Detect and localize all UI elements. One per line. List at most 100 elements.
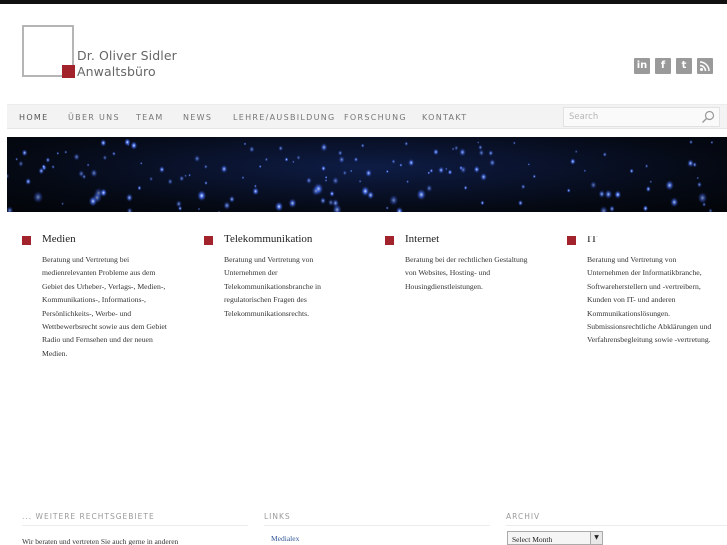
text-line: Housingdienstleistungen.: [405, 281, 483, 291]
light-dot: [353, 156, 359, 163]
light-dot: [73, 153, 80, 161]
light-dot: [64, 150, 68, 154]
light-dot: [320, 197, 326, 205]
light-dot: [433, 148, 439, 156]
light-dot: [399, 163, 403, 167]
text-line: Medien.: [42, 348, 68, 358]
text-line: Radio und Fernsehen und der neuen: [42, 335, 153, 345]
light-dot: [159, 166, 165, 173]
nav-lehre-ausbildung[interactable]: LEHRE/AUSBILDUNG: [233, 105, 336, 130]
light-dot: [296, 155, 301, 161]
light-dot: [194, 154, 201, 163]
light-dot: [167, 178, 173, 185]
light-dot: [473, 165, 480, 174]
service-title: Medien: [42, 233, 76, 245]
nav-news[interactable]: NEWS: [183, 105, 212, 130]
light-dot: [197, 207, 201, 211]
text-line: Telekommunikationsbranche in: [224, 281, 322, 291]
text-line: Beratung und Vertretung von: [224, 255, 314, 264]
widget-title-links: LINKS: [264, 512, 291, 521]
text-line: Submissionsrechtliche Abklärungen und: [587, 322, 712, 332]
light-dot: [404, 141, 409, 147]
nav-team[interactable]: TEAM: [136, 105, 164, 130]
light-dot: [32, 190, 44, 204]
link-medialex[interactable]: Medialex: [271, 534, 299, 543]
light-dot: [365, 169, 372, 178]
site-logo[interactable]: Dr. Oliver Sidler Anwaltsbüro: [22, 25, 182, 81]
text-line: Softwareherstellern und -vertreibern,: [587, 281, 701, 291]
nav-forschung[interactable]: FORSCHUNG: [344, 105, 407, 130]
service-title: Telekommunikation: [224, 233, 313, 245]
archive-select[interactable]: Select Month ▼: [507, 531, 603, 545]
light-dot: [697, 192, 708, 204]
text-line: Gebiet des Urheber-, Verlags-, Medien-,: [42, 281, 166, 291]
light-dot: [217, 210, 221, 212]
nav-kontakt[interactable]: KONTAKT: [422, 105, 467, 130]
service-text: Beratung und Vertretung von Unternehmen …: [224, 253, 384, 320]
light-dot: [454, 145, 459, 151]
light-dot: [665, 180, 674, 191]
light-dot: [480, 200, 485, 206]
service-text: Beratung und Vertretung von Unternehmen …: [587, 253, 727, 347]
hero-banner: [7, 137, 727, 212]
light-dot: [292, 160, 295, 164]
text-line: Verfahrensbegleitung sowie -vertretung.: [587, 335, 711, 345]
nav-ueber-uns[interactable]: ÜBER UNS: [68, 105, 120, 130]
light-dot: [188, 173, 192, 177]
light-dot: [329, 190, 335, 197]
light-dot: [197, 190, 207, 202]
light-dot: [112, 151, 116, 156]
light-dot: [223, 201, 231, 210]
search-input[interactable]: [569, 110, 694, 124]
light-dot: [184, 174, 187, 178]
rss-icon[interactable]: [697, 58, 713, 74]
social-links: in f t: [634, 58, 713, 74]
light-dot: [480, 172, 488, 182]
light-dot: [527, 162, 531, 166]
bullet-square: [204, 236, 213, 245]
light-dot: [100, 139, 107, 147]
light-dot: [451, 147, 455, 151]
bullet-square: [22, 236, 31, 245]
light-dot: [125, 193, 133, 202]
widget-title-archive: ARCHIV: [506, 512, 541, 521]
light-dot: [391, 159, 396, 164]
text-line: Telekommunikationsrechts.: [224, 308, 310, 318]
light-dot: [644, 163, 649, 169]
light-dot: [324, 175, 328, 180]
search-icon[interactable]: [701, 110, 715, 124]
light-dot: [248, 145, 255, 153]
widget-more-text: Wir beraten und vertreten Sie auch gerne…: [22, 537, 179, 545]
nav-home[interactable]: HOME: [19, 105, 48, 130]
light-dot: [311, 186, 321, 197]
light-dot: [532, 174, 537, 179]
light-dot: [18, 160, 24, 167]
light-dot: [252, 187, 259, 196]
light-dot: [427, 171, 431, 175]
text-line: Kommunikations-, Informations-,: [42, 295, 146, 305]
light-dot: [406, 179, 410, 184]
light-dot: [702, 202, 707, 207]
service-text: Beratung bei der rechtlichen Gestaltung …: [405, 253, 565, 293]
light-dot: [306, 177, 312, 184]
light-dot: [126, 207, 133, 212]
bullet-square: [385, 236, 394, 245]
text-line: Unternehmen der: [224, 268, 278, 278]
chevron-down-icon[interactable]: ▼: [590, 532, 602, 544]
light-dot: [416, 188, 427, 201]
light-dot: [360, 143, 365, 148]
light-dot: [367, 190, 375, 200]
linkedin-icon[interactable]: in: [634, 58, 650, 74]
twitter-icon[interactable]: t: [676, 58, 692, 74]
light-dot: [179, 175, 185, 182]
service-title: IT: [587, 236, 598, 245]
light-dot: [149, 176, 154, 182]
light-dot: [689, 139, 693, 145]
light-dot: [264, 157, 269, 162]
light-dot: [512, 141, 516, 145]
facebook-icon[interactable]: f: [655, 58, 671, 74]
light-dot: [41, 164, 46, 170]
light-dot: [327, 198, 334, 207]
light-dot: [426, 184, 433, 193]
logo-subtitle: Anwaltsbüro: [77, 64, 156, 79]
